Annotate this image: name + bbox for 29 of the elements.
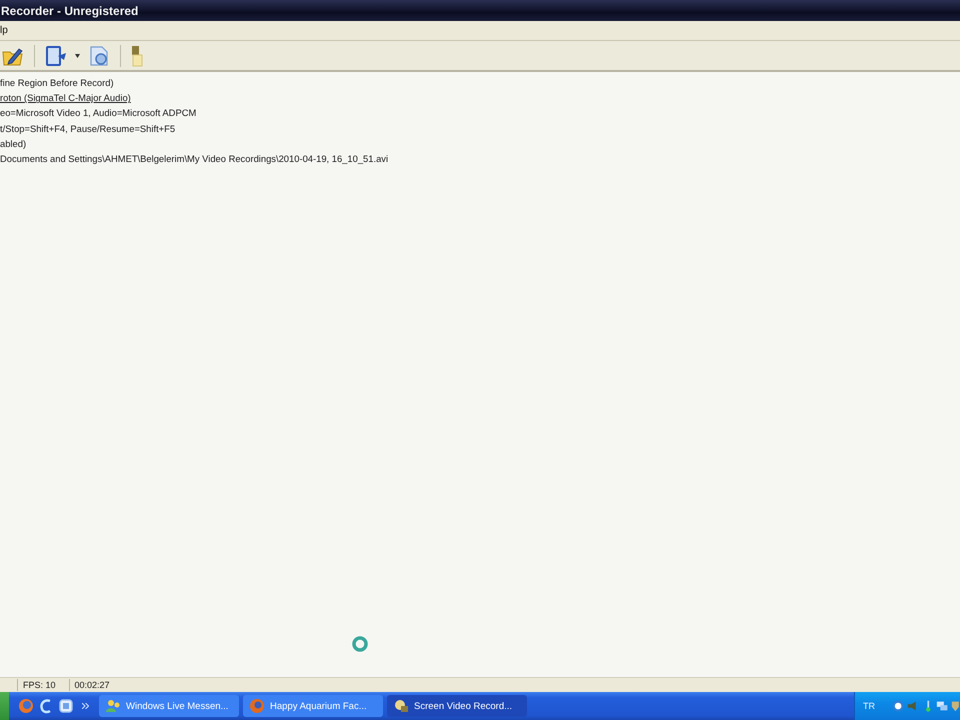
globe-icon[interactable]: [18, 698, 34, 714]
taskbar-button[interactable]: Happy Aquarium Fac...: [243, 695, 383, 717]
document-icon[interactable]: [88, 44, 110, 66]
chevron-icon[interactable]: [82, 703, 89, 709]
info-text: fine Region Before Record): [0, 76, 114, 90]
shield-icon[interactable]: [951, 699, 960, 713]
status-text: FPS: 10: [17, 679, 61, 691]
people-icon: [105, 699, 121, 713]
document-icon[interactable]: [45, 44, 67, 66]
ring-icon[interactable]: [892, 699, 904, 713]
loading-ring-icon: [351, 635, 369, 653]
taskbar-button[interactable]: Screen Video Record...: [387, 695, 527, 717]
card-icon[interactable]: [131, 44, 143, 66]
globe-icon: [249, 698, 265, 714]
monitor-icon[interactable]: [936, 699, 948, 713]
status-text: 00:02:27: [68, 679, 115, 691]
info-text: Documents and Settings\AHMET\Belgelerim\My Video Recordings\2010-04-19, 16_10_51.avi: [0, 152, 388, 166]
info-link[interactable]: roton (SigmaTel C-Major Audio): [0, 90, 131, 106]
pencil-folder-icon[interactable]: [2, 46, 24, 66]
taskbar-button[interactable]: Windows Live Messen...: [99, 695, 239, 717]
caret-icon[interactable]: [75, 54, 80, 58]
window-icon[interactable]: [58, 698, 74, 714]
menu-item[interactable]: lp: [0, 25, 10, 36]
info-text: t/Stop=Shift+F4, Pause/Resume=Shift+F5: [0, 122, 176, 136]
window-title: Recorder - Unregistered: [1, 4, 138, 18]
info-text: abled): [0, 136, 26, 151]
info-text: eo=Microsoft Video 1, Audio=Microsoft ADPCM: [0, 106, 196, 120]
start-button[interactable]: [0, 692, 9, 720]
camera-icon: [393, 698, 409, 714]
